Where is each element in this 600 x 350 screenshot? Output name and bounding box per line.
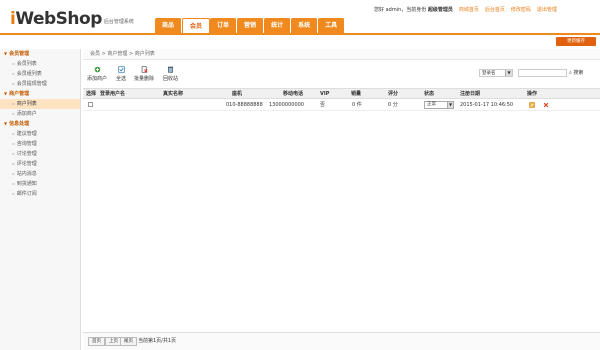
cell-vip: 否 xyxy=(320,102,326,108)
checkbox-icon xyxy=(117,66,125,73)
cell-mobile: 13000000000 xyxy=(269,102,304,108)
sidebar: ▼ 会员管理 ▫ 会员列表 ▫ 会员组列表 ▫ 会员提现管理 ▼ 商户管理 ▫ 商户列表 ▫… xyxy=(0,49,81,350)
header: iWebShop 后台管理系统 商品 会员 订单 营销 统计 系统 工具 您好 … xyxy=(0,0,600,33)
chevron-down-icon: ▼ xyxy=(447,102,453,108)
main-nav: 商品 会员 订单 营销 统计 系统 工具 xyxy=(155,18,346,33)
col-phone: 座机 xyxy=(232,91,243,97)
sidebar-item-email-subscribe[interactable]: ▫ 邮件订阅 xyxy=(0,189,80,199)
bullet-icon: ▫ xyxy=(12,191,15,196)
batch-delete-icon xyxy=(141,66,148,73)
first-page-button[interactable]: 首页 xyxy=(88,337,105,346)
nav-tab-tools[interactable]: 工具 xyxy=(318,18,346,33)
page: iWebShop 后台管理系统 商品 会员 订单 营销 统计 系统 工具 您好 … xyxy=(0,0,600,350)
table-header: 选择 登录用户名 真实名称 座机 移动电话 VIP 销量 评分 状态 注册日期 … xyxy=(83,88,600,99)
user-greeting: 您好 admin，当前身份 超级管理员 xyxy=(374,7,453,13)
search-field-select[interactable]: 登录名 ▼ xyxy=(479,69,513,77)
select-all-button[interactable]: 全选 xyxy=(116,66,126,84)
sidebar-item-discussions[interactable]: ▫ 讨论管理 xyxy=(0,149,80,159)
add-icon xyxy=(94,66,100,73)
edit-icon[interactable] xyxy=(529,102,535,108)
sidebar-item-member-list[interactable]: ▫ 会员列表 xyxy=(0,59,80,69)
link-shop-home[interactable]: 商城首页 xyxy=(459,6,479,14)
col-select: 选择 xyxy=(86,91,97,97)
col-realname: 真实名称 xyxy=(163,91,184,97)
sidebar-group-info[interactable]: ▼ 信息处理 xyxy=(0,119,80,129)
sidebar-group-members[interactable]: ▼ 会员管理 xyxy=(0,49,80,59)
col-login: 登录用户名 xyxy=(100,91,126,97)
col-actions: 操作 xyxy=(527,91,538,97)
logo: iWebShop 后台管理系统 xyxy=(10,7,140,29)
user-bar: 您好 admin，当前身份 超级管理员 商城首页 后台首页 修改密码 退出管理 xyxy=(374,6,557,14)
bullet-icon: ▫ xyxy=(12,141,15,146)
col-date: 注册日期 xyxy=(460,91,481,97)
search-button[interactable]: ⌕ 搜索 xyxy=(569,68,595,78)
logo-text: iWebShop xyxy=(10,9,102,29)
nav-tab-orders[interactable]: 订单 xyxy=(210,18,238,33)
sidebar-item-member-groups[interactable]: ▫ 会员组列表 xyxy=(0,69,80,79)
col-status: 状态 xyxy=(424,91,435,97)
main-content: 会员 > 商户管理 > 商户列表 添加商户 全选 批量删除 回收站 登录名 ▼ xyxy=(83,49,600,350)
triangle-down-icon: ▼ xyxy=(4,51,8,56)
table-row: 010-88888888 13000000000 否 0 件 0 分 正常 ▼ … xyxy=(83,99,600,111)
cell-phone: 010-88888888 xyxy=(226,102,263,108)
cell-sales: 0 件 xyxy=(352,102,362,108)
delete-icon[interactable] xyxy=(543,102,549,108)
nav-tab-marketing[interactable]: 营销 xyxy=(237,18,265,33)
user-role: 超级管理员 xyxy=(427,7,453,13)
status-select[interactable]: 正常 ▼ xyxy=(424,101,454,109)
triangle-down-icon: ▼ xyxy=(4,121,8,126)
bullet-icon: ▫ xyxy=(12,181,15,186)
bullet-icon: ▫ xyxy=(12,161,15,166)
col-vip: VIP xyxy=(320,91,330,97)
chevron-down-icon: ▼ xyxy=(505,70,512,76)
col-mobile: 移动电话 xyxy=(283,91,304,97)
sidebar-item-messages[interactable]: ▫ 站内消息 xyxy=(0,169,80,179)
sidebar-item-arrival-notice[interactable]: ▫ 到货通知 xyxy=(0,179,80,189)
link-change-password[interactable]: 修改密码 xyxy=(511,6,531,14)
sidebar-item-merchant-list[interactable]: ▫ 商户列表 xyxy=(0,99,80,109)
col-sales: 销量 xyxy=(351,91,362,97)
nav-tab-stats[interactable]: 统计 xyxy=(264,18,292,33)
triangle-down-icon: ▼ xyxy=(4,91,8,96)
sidebar-item-add-merchant[interactable]: ▫ 添加商户 xyxy=(0,109,80,119)
recycle-bin-icon xyxy=(168,66,173,73)
page-info: 当前第1页/共1页 xyxy=(138,338,177,344)
nav-tab-system[interactable]: 系统 xyxy=(291,18,319,33)
search-input[interactable] xyxy=(518,69,567,77)
sidebar-item-withdraw[interactable]: ▫ 会员提现管理 xyxy=(0,79,80,89)
refresh-cache-button[interactable]: 更新缓存 xyxy=(556,37,596,46)
logo-subtitle: 后台管理系统 xyxy=(103,19,134,25)
link-admin-home[interactable]: 后台首页 xyxy=(485,6,505,14)
batch-delete-button[interactable]: 批量删除 xyxy=(134,66,154,84)
pagination: 首页 上页 尾页 当前第1页/共1页 xyxy=(83,332,600,350)
recycle-bin-button[interactable]: 回收站 xyxy=(163,66,178,84)
header-divider xyxy=(0,33,600,35)
bullet-icon: ▫ xyxy=(12,81,15,86)
nav-tab-products[interactable]: 商品 xyxy=(155,18,183,33)
bullet-icon: ▫ xyxy=(12,71,15,76)
cell-date: 2015-01-17 10:46:50 xyxy=(460,102,514,108)
search-icon: ⌕ xyxy=(569,70,572,76)
add-merchant-button[interactable]: 添加商户 xyxy=(87,66,107,84)
sidebar-group-merchants[interactable]: ▼ 商户管理 xyxy=(0,89,80,99)
bullet-icon: ▫ xyxy=(12,61,15,66)
last-page-button[interactable]: 尾页 xyxy=(120,337,137,346)
sidebar-item-reviews[interactable]: ▫ 评论管理 xyxy=(0,159,80,169)
nav-tab-members[interactable]: 会员 xyxy=(182,18,211,33)
bullet-icon: ▫ xyxy=(12,171,15,176)
bullet-icon: ▫ xyxy=(12,131,15,136)
col-score: 评分 xyxy=(388,91,399,97)
bullet-icon: ▫ xyxy=(12,111,15,116)
breadcrumb: 会员 > 商户管理 > 商户列表 xyxy=(83,49,600,60)
bullet-icon: ▫ xyxy=(12,151,15,156)
sidebar-item-inquiries[interactable]: ▫ 咨询管理 xyxy=(0,139,80,149)
bullet-icon: ▫ xyxy=(12,101,15,106)
sidebar-item-suggestions[interactable]: ▫ 建议管理 xyxy=(0,129,80,139)
link-logout[interactable]: 退出管理 xyxy=(537,6,557,14)
cell-score: 0 分 xyxy=(388,102,398,108)
toolbar: 添加商户 全选 批量删除 回收站 登录名 ▼ ⌕ 搜索 xyxy=(83,62,600,86)
row-checkbox[interactable] xyxy=(88,102,93,107)
